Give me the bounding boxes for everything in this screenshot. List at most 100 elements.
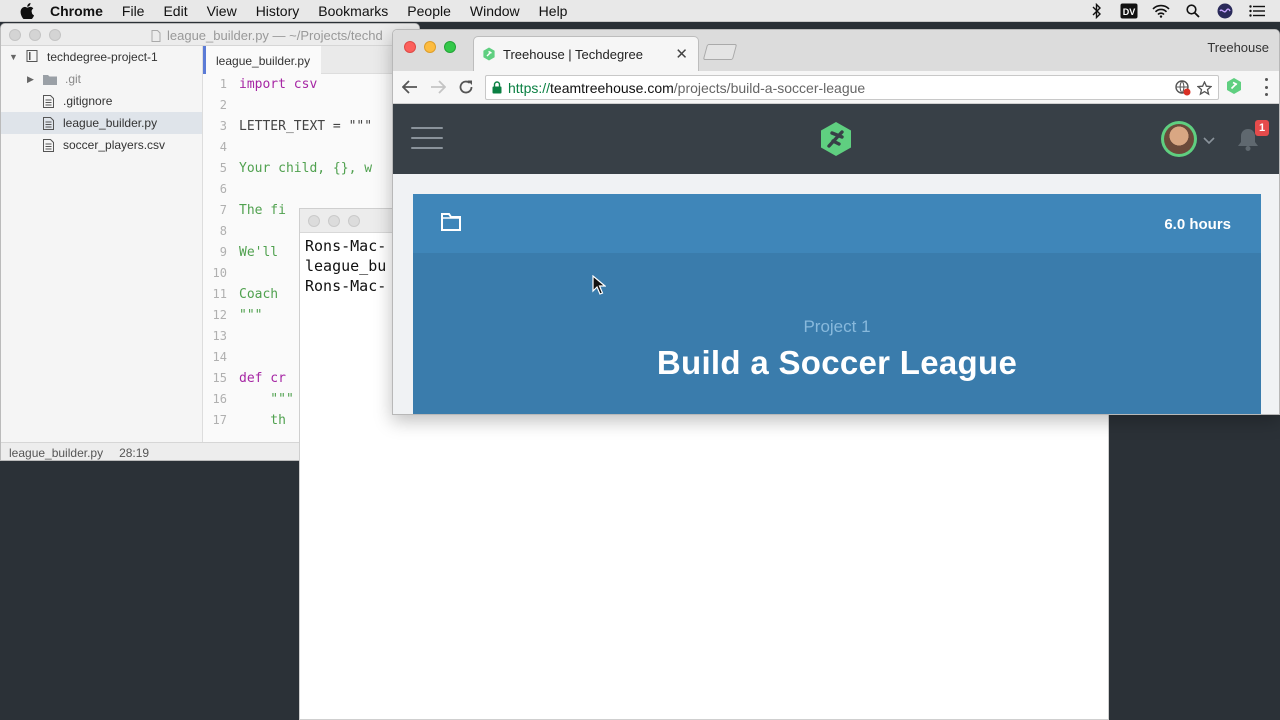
treehouse-favicon-icon <box>482 47 496 61</box>
chevron-down-icon[interactable] <box>1203 133 1215 145</box>
menu-window[interactable]: Window <box>470 3 520 19</box>
menu-app-chrome[interactable]: Chrome <box>50 3 103 19</box>
line-number: 13 <box>212 329 227 343</box>
address-bar[interactable]: https://teamtreehouse.com/projects/build… <box>485 75 1219 100</box>
url-path: /projects/build-a-soccer-league <box>673 79 866 96</box>
reload-icon[interactable] <box>455 76 477 98</box>
translate-blocked-icon[interactable] <box>1175 80 1191 96</box>
line-number: 5 <box>219 161 227 175</box>
project-hours: 6.0 hours <box>1164 216 1231 233</box>
new-tab-button[interactable] <box>702 44 738 60</box>
avatar-photo <box>1164 124 1194 154</box>
notification-center-icon[interactable] <box>1248 3 1266 19</box>
menu-history[interactable]: History <box>256 3 300 19</box>
chrome-window-controls <box>404 41 456 53</box>
code-line[interactable]: 1 import csv <box>203 74 419 95</box>
editor-titlebar[interactable]: league_builder.py — ~/Projects/techd <box>1 24 419 46</box>
editor-tab-league-builder[interactable]: league_builder.py <box>203 46 321 74</box>
code-line[interactable]: 5 Your child, {}, w <box>203 158 419 179</box>
apple-menu-icon[interactable] <box>20 2 36 19</box>
chrome-tab-title: Treehouse | Techdegree <box>503 46 643 62</box>
code-text: """ <box>239 392 294 407</box>
code-line[interactable]: 2 <box>203 95 419 116</box>
folder-icon <box>43 72 57 86</box>
chrome-tabstrip: Treehouse | Techdegree ✕ Treehouse <box>393 30 1279 71</box>
dv-icon[interactable]: DV <box>1120 3 1138 19</box>
document-icon <box>151 29 161 42</box>
chevron-right-icon[interactable]: ▶ <box>27 74 37 85</box>
editor-zoom-button[interactable] <box>49 28 61 41</box>
line-number: 12 <box>212 308 227 322</box>
editor-title-text: league_builder.py — ~/Projects/techd <box>167 28 383 43</box>
status-file-name[interactable]: league_builder.py <box>9 446 103 460</box>
bookmark-star-icon[interactable] <box>1197 80 1212 96</box>
chrome-menu-icon[interactable] <box>1263 78 1269 96</box>
chrome-window: Treehouse | Techdegree ✕ Treehouse https… <box>392 29 1280 415</box>
menu-bookmarks[interactable]: Bookmarks <box>318 3 388 19</box>
line-number: 11 <box>212 287 227 301</box>
hamburger-menu-icon[interactable] <box>411 127 443 149</box>
project-label: Project 1 <box>803 317 871 336</box>
notification-count-badge[interactable]: 1 <box>1255 120 1269 136</box>
code-line[interactable]: 3 LETTER_TEXT = """ <box>203 116 419 137</box>
code-line[interactable]: 4 <box>203 137 419 158</box>
lock-icon <box>492 81 502 94</box>
line-number: 16 <box>212 392 227 406</box>
siri-icon[interactable] <box>1216 3 1234 19</box>
code-text: th <box>239 413 286 428</box>
forward-arrow-icon[interactable] <box>427 76 449 98</box>
editor-minimize-button[interactable] <box>29 28 41 41</box>
tree-item-gitignore[interactable]: .gitignore <box>1 90 202 112</box>
wifi-icon[interactable] <box>1152 3 1170 19</box>
chevron-down-icon[interactable]: ▼ <box>9 52 19 62</box>
tree-item-label: soccer_players.csv <box>63 138 166 152</box>
address-bar-icons <box>1175 80 1212 96</box>
code-text: import csv <box>239 77 318 92</box>
editor-close-button[interactable] <box>9 28 21 41</box>
line-number: 14 <box>212 350 227 364</box>
editor-window-controls <box>9 28 61 41</box>
menu-view[interactable]: View <box>207 3 237 19</box>
terminal-zoom-button[interactable] <box>348 214 360 227</box>
terminal-minimize-button[interactable] <box>328 214 340 227</box>
code-text: We'll <box>239 245 279 260</box>
file-text-icon <box>41 94 55 108</box>
treehouse-logo-icon[interactable] <box>819 121 853 157</box>
project-tree: ▼ techdegree-project-1 ▶ .git .gitignore… <box>1 46 203 442</box>
project-card-header: 6.0 hours <box>413 194 1261 253</box>
menu-edit[interactable]: Edit <box>163 3 187 19</box>
spotlight-search-icon[interactable] <box>1184 3 1202 19</box>
menu-people[interactable]: People <box>407 3 451 19</box>
repo-icon <box>25 50 39 64</box>
file-text-icon <box>41 138 55 152</box>
chrome-close-button[interactable] <box>404 41 416 53</box>
chrome-minimize-button[interactable] <box>424 41 436 53</box>
bluetooth-icon[interactable] <box>1088 3 1106 19</box>
project-title: Build a Soccer League <box>656 344 1018 381</box>
treehouse-extension-icon[interactable] <box>1225 77 1243 95</box>
tab-close-icon[interactable]: ✕ <box>675 45 688 63</box>
code-line[interactable]: 6 <box>203 179 419 200</box>
status-cursor-position[interactable]: 28:19 <box>119 446 149 460</box>
chrome-profile-name[interactable]: Treehouse <box>1207 40 1269 55</box>
chrome-tab-treehouse[interactable]: Treehouse | Techdegree ✕ <box>473 36 699 71</box>
treehouse-page: 1 6.0 hours Project 1 Build a Soccer Lea… <box>393 104 1279 414</box>
terminal-close-button[interactable] <box>308 214 320 227</box>
line-number: 7 <box>219 203 227 217</box>
menu-help[interactable]: Help <box>539 3 568 19</box>
tree-item-git[interactable]: ▶ .git <box>1 68 202 90</box>
menu-file[interactable]: File <box>122 3 145 19</box>
tree-item-soccer-players[interactable]: soccer_players.csv <box>1 134 202 156</box>
code-text: Your child, {}, w <box>239 161 373 176</box>
line-number: 17 <box>212 413 227 427</box>
chrome-zoom-button[interactable] <box>444 41 456 53</box>
tree-root-folder[interactable]: ▼ techdegree-project-1 <box>1 46 202 68</box>
file-text-icon <box>41 116 55 130</box>
menu-bar: Chrome File Edit View History Bookmarks … <box>0 0 1280 22</box>
url-scheme: https:// <box>508 79 551 96</box>
user-avatar[interactable] <box>1161 121 1197 157</box>
tree-item-league-builder[interactable]: league_builder.py <box>1 112 202 134</box>
dv-label: DV <box>1123 7 1136 17</box>
back-arrow-icon[interactable] <box>399 76 421 98</box>
line-number: 2 <box>219 98 227 112</box>
